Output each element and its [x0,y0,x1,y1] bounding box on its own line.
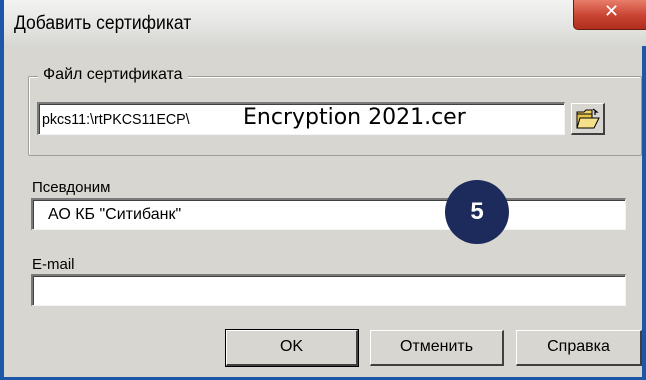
alias-value: АО КБ "Ситибанк" [48,206,182,223]
browse-file-button[interactable] [571,103,605,135]
folder-open-icon [576,108,600,129]
ok-button[interactable]: OK [225,329,359,367]
certificate-file-group-label: Файл сертификата [38,66,188,84]
window-title: Добавить сертификат [14,13,192,34]
alias-label: Псевдоним [32,179,111,196]
email-field[interactable] [31,274,626,306]
certificate-file-field[interactable]: pkcs11:\rtPKCS11ECP\ Encryption 2021.cer [37,102,565,135]
email-label: E-mail [32,256,75,273]
add-certificate-dialog: Добавить сертификат ✕ Файл сертификата p… [0,0,646,380]
close-icon: ✕ [603,1,620,22]
alias-field[interactable]: АО КБ "Ситибанк" [31,198,626,230]
close-button[interactable]: ✕ [573,0,646,30]
help-button[interactable]: Справка [516,330,642,366]
certificate-file-name: Encryption 2021.cer [243,105,466,130]
step-number-badge: 5 [445,180,509,244]
cancel-button[interactable]: Отменить [370,330,504,366]
certificate-file-path-prefix: pkcs11:\rtPKCS11ECP\ [42,111,190,128]
title-bar[interactable]: Добавить сертификат ✕ [4,0,646,46]
